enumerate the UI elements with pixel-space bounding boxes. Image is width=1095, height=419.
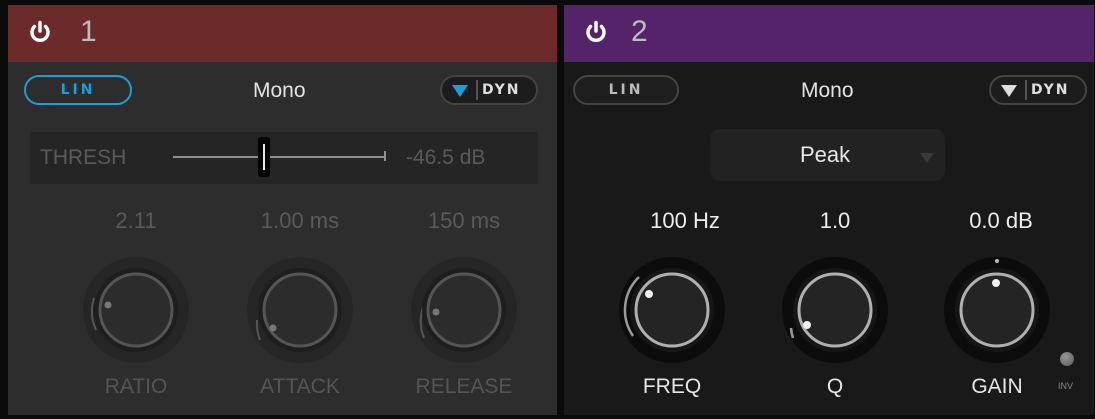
divider xyxy=(1025,80,1027,100)
divider xyxy=(476,80,478,100)
attack-knob[interactable] xyxy=(240,250,360,370)
band-number: 2 xyxy=(631,15,648,48)
band-2-panel: 2 LIN Mono DYN Peak 100 Hz 1.0 0.0 dB FR… xyxy=(564,5,1094,415)
dyn-label: DYN xyxy=(1031,82,1070,98)
freq-knob[interactable] xyxy=(612,250,732,370)
band-2-header: 2 xyxy=(564,5,1094,62)
invert-label: INV xyxy=(1058,381,1074,391)
triangle-down-icon xyxy=(1001,85,1017,97)
attack-value: 1.00 ms xyxy=(260,208,340,233)
band-number: 1 xyxy=(80,15,97,48)
slider-track[interactable] xyxy=(173,156,385,158)
gain-label: GAIN xyxy=(971,375,1023,398)
release-knob[interactable] xyxy=(404,250,524,370)
release-value: 150 ms xyxy=(427,208,501,233)
dyn-toggle[interactable]: DYN xyxy=(989,75,1087,105)
freq-label: FREQ xyxy=(642,375,702,398)
dyn-label: DYN xyxy=(482,82,521,98)
power-icon[interactable] xyxy=(584,20,608,44)
slider-end-tick xyxy=(384,151,386,161)
gain-value: 0.0 dB xyxy=(969,208,1033,233)
q-knob[interactable] xyxy=(775,250,895,370)
threshold-slider[interactable]: THRESH -46.5 dB xyxy=(30,132,538,184)
freq-value: 100 Hz xyxy=(650,208,720,233)
q-label: Q xyxy=(826,375,844,398)
filter-type-dropdown[interactable]: Peak xyxy=(710,129,945,181)
band-1-header: 1 xyxy=(8,5,557,62)
gain-knob[interactable] xyxy=(937,250,1057,370)
invert-toggle[interactable] xyxy=(1060,352,1074,366)
slider-handle[interactable] xyxy=(258,137,270,177)
ratio-knob[interactable] xyxy=(76,250,196,370)
ratio-label: RATIO xyxy=(104,375,168,398)
lin-button[interactable]: LIN xyxy=(24,75,132,105)
dyn-toggle[interactable]: DYN xyxy=(440,75,538,105)
band-1-panel: 1 LIN Mono DYN THRESH -46.5 dB 2.11 1.00… xyxy=(8,5,557,415)
ratio-value: 2.11 xyxy=(115,208,157,233)
attack-label: ATTACK xyxy=(260,375,340,398)
q-value: 1.0 xyxy=(819,208,851,233)
threshold-label: THRESH xyxy=(40,146,127,169)
channel-mode-selector[interactable]: Mono xyxy=(253,79,306,103)
lin-button[interactable]: LIN xyxy=(573,75,679,105)
power-icon[interactable] xyxy=(28,20,52,44)
threshold-value: -46.5 dB xyxy=(406,146,486,169)
chevron-down-icon xyxy=(920,153,934,163)
filter-type-value: Peak xyxy=(800,142,851,167)
triangle-down-icon xyxy=(452,85,468,97)
release-label: RELEASE xyxy=(415,375,513,398)
channel-mode-selector[interactable]: Mono xyxy=(801,79,854,103)
